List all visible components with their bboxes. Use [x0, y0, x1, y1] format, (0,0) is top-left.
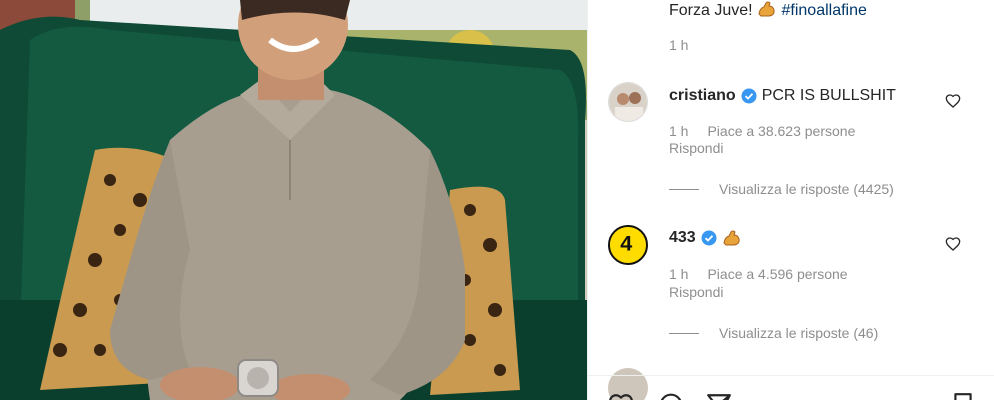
- view-replies-button[interactable]: Visualizza le risposte (4425): [669, 181, 894, 197]
- verified-badge-icon: [741, 88, 757, 104]
- comment-line: 433: [669, 228, 742, 248]
- comment-icon[interactable]: [658, 392, 684, 400]
- comment-timestamp[interactable]: 1 h: [669, 123, 688, 139]
- view-replies-label: Visualizza le risposte (4425): [719, 181, 894, 197]
- post-photo-illustration: [0, 0, 587, 400]
- avatar-433-logo: 4: [610, 227, 643, 260]
- caption-hashtag-link[interactable]: #finoallafine: [782, 2, 867, 19]
- post-photo: [0, 0, 587, 400]
- comment-line: cristiano PCR IS BULLSHIT: [669, 86, 896, 106]
- comment-likes-count[interactable]: Piace a 38.623 persone: [707, 123, 855, 139]
- share-icon[interactable]: [706, 392, 732, 400]
- flexed-biceps-icon: [723, 230, 740, 246]
- avatar[interactable]: [608, 82, 648, 122]
- comment-meta: 1 h Piace a 4.596 persone: [669, 266, 848, 282]
- avatar[interactable]: 4: [608, 225, 648, 265]
- verified-badge-icon: [701, 230, 717, 246]
- reply-button[interactable]: Rispondi: [669, 284, 723, 300]
- actions-divider: [588, 375, 994, 376]
- bookmark-icon[interactable]: [950, 392, 976, 400]
- reply-button[interactable]: Rispondi: [669, 140, 723, 156]
- flexed-biceps-icon: [758, 1, 775, 17]
- replies-dash: [669, 188, 699, 190]
- replies-dash: [669, 332, 699, 334]
- comment-text: PCR IS BULLSHIT: [761, 87, 896, 104]
- heart-icon[interactable]: [608, 392, 634, 400]
- view-replies-button[interactable]: Visualizza le risposte (46): [669, 325, 878, 341]
- comment-timestamp[interactable]: 1 h: [669, 266, 688, 282]
- comment-username[interactable]: cristiano: [669, 86, 736, 106]
- comments-panel: Forza Juve! #finoallafine 1 h cristiano …: [587, 0, 994, 400]
- heart-icon[interactable]: [945, 93, 961, 109]
- comment-likes-count[interactable]: Piace a 4.596 persone: [707, 266, 847, 282]
- caption-text: Forza Juve!: [669, 2, 753, 19]
- avatar-label: 4: [620, 230, 632, 255]
- post-caption: Forza Juve! #finoallafine: [669, 0, 867, 20]
- heart-icon[interactable]: [945, 236, 961, 252]
- view-replies-label: Visualizza le risposte (46): [719, 325, 879, 341]
- comment-username[interactable]: 433: [669, 228, 696, 248]
- comment-meta: 1 h Piace a 38.623 persone: [669, 123, 855, 139]
- caption-timestamp[interactable]: 1 h: [669, 37, 688, 53]
- avatar-photo: [609, 83, 647, 121]
